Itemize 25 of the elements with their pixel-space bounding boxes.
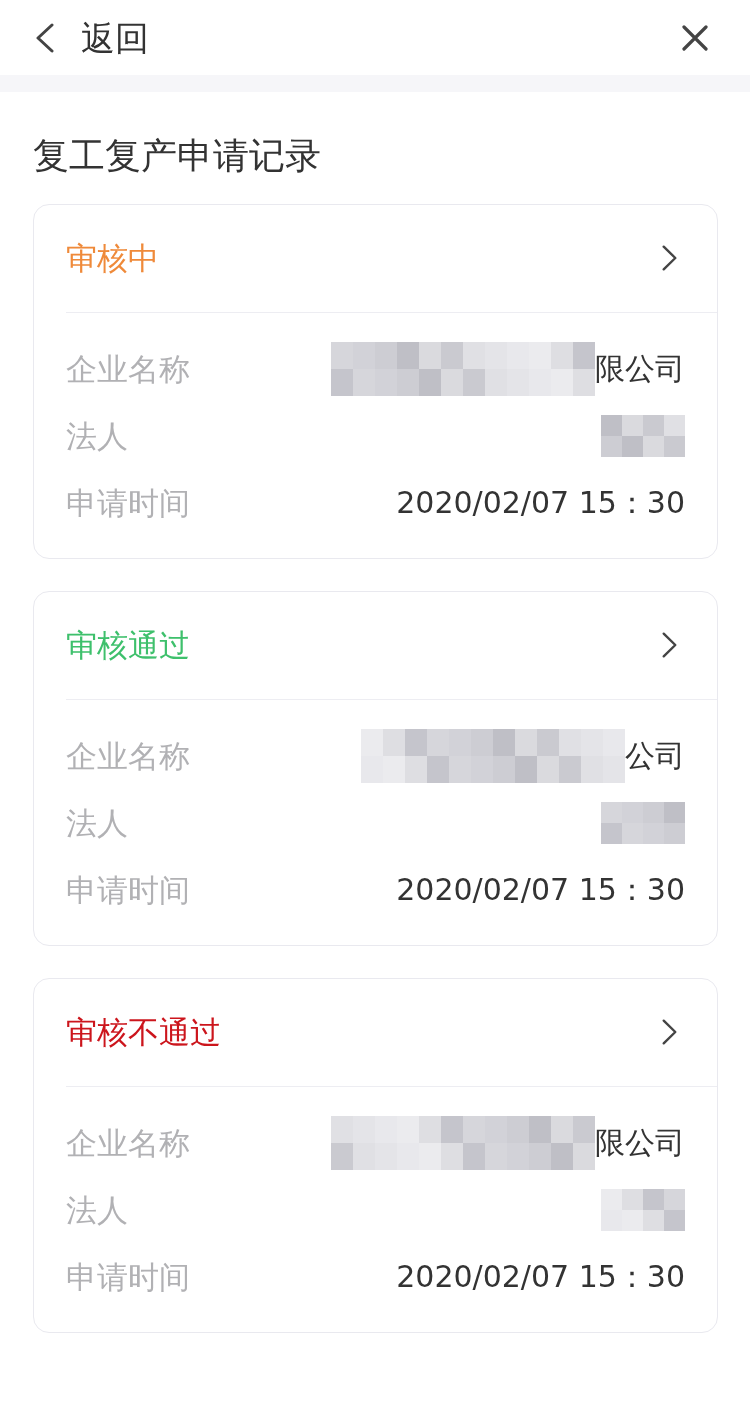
status-label: 审核通过	[66, 626, 190, 664]
field-label: 申请时间	[66, 1258, 190, 1296]
status-label: 审核不通过	[66, 1013, 221, 1051]
field-value: 限公司	[595, 351, 685, 388]
field-label: 申请时间	[66, 484, 190, 522]
page-title: 复工复产申请记录	[33, 135, 322, 178]
chevron-left-icon	[36, 22, 54, 53]
field-label: 企业名称	[66, 350, 190, 388]
close-icon[interactable]	[682, 24, 708, 51]
field-label: 申请时间	[66, 871, 190, 909]
field-label: 企业名称	[66, 737, 190, 775]
status-label: 审核中	[66, 239, 159, 277]
field-label: 法人	[66, 417, 128, 455]
chevron-right-icon[interactable]	[662, 632, 677, 659]
field-label: 法人	[66, 804, 128, 842]
field-value: 2020/02/07 15：30	[396, 485, 685, 522]
field-value: 限公司	[595, 1125, 685, 1162]
chevron-right-icon[interactable]	[662, 245, 677, 272]
field-value: 2020/02/07 15：30	[396, 872, 685, 909]
field-label: 法人	[66, 1191, 128, 1229]
chevron-right-icon[interactable]	[662, 1019, 677, 1046]
field-value: 2020/02/07 15：30	[396, 1259, 685, 1296]
field-label: 企业名称	[66, 1124, 190, 1162]
back-button[interactable]: 返回	[36, 20, 149, 55]
field-value: 公司	[625, 738, 685, 775]
